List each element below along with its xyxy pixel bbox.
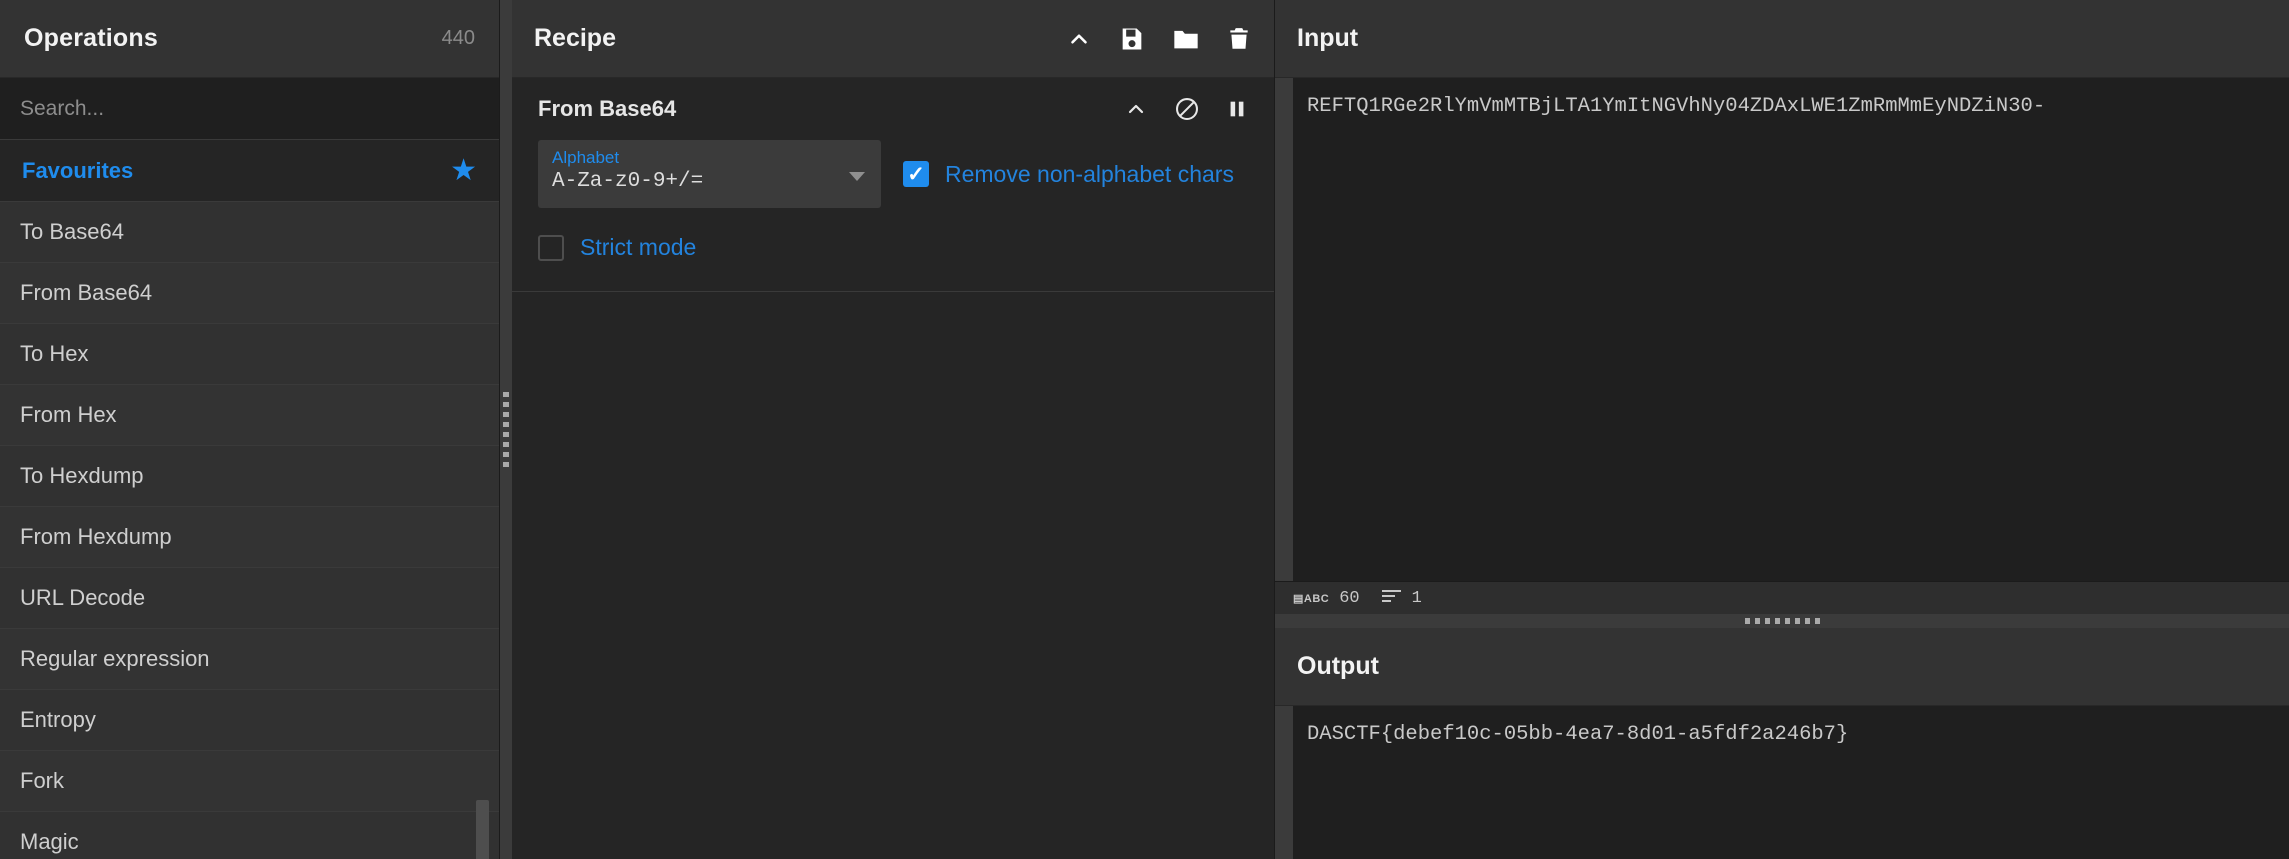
io-column: Input REFTQ1RGe2RlYmVmMTBjLTA1YmItNGVhNy… — [1275, 0, 2289, 859]
output-panel: Output DASCTF{debef10c-05bb-4ea7-8d01-a5… — [1275, 628, 2289, 859]
list-item[interactable]: To Base64 — [0, 202, 499, 263]
recipe-header: Recipe — [512, 0, 1274, 78]
favourites-category-header[interactable]: Favourites ★ — [0, 140, 499, 202]
recipe-actions — [1066, 25, 1252, 53]
checkbox-unchecked-icon[interactable] — [538, 234, 564, 261]
remove-non-alphabet-checkbox-row[interactable]: ✓ Remove non-alphabet chars — [903, 140, 1234, 208]
operation-header[interactable]: From Base64 — [512, 78, 1274, 140]
scrollbar-thumb[interactable] — [476, 800, 489, 859]
operation-label: URL Decode — [20, 585, 146, 610]
operations-list: Favourites ★ To Base64 From Base64 To He… — [0, 140, 499, 859]
list-item[interactable]: To Hex — [0, 324, 499, 385]
operation-label: Regular expression — [20, 646, 210, 671]
collapse-icon[interactable] — [1066, 26, 1092, 52]
operation-label: Fork — [20, 768, 64, 793]
list-item[interactable]: From Hex — [0, 385, 499, 446]
favourites-label: Favourites — [22, 157, 134, 183]
recipe-panel: Recipe From Base64 Alphabet A-Za-z0-9+/=… — [512, 0, 1275, 859]
lines-icon — [1381, 589, 1402, 608]
operations-header: Operations 440 — [0, 0, 499, 78]
operation-label: To Hexdump — [20, 463, 144, 488]
input-length-group: ▤ABC 60 — [1293, 589, 1360, 608]
alphabet-value: A-Za-z0-9+/= — [552, 170, 704, 193]
disable-operation-icon[interactable] — [1174, 96, 1200, 122]
operation-controls — [1124, 96, 1248, 122]
operations-recipe-splitter[interactable] — [500, 0, 512, 859]
operation-title: From Base64 — [538, 96, 677, 121]
input-lines-value: 1 — [1411, 588, 1422, 608]
strict-mode-checkbox-row[interactable]: Strict mode — [512, 234, 1274, 261]
input-text[interactable]: REFTQ1RGe2RlYmVmMTBjLTA1YmItNGVhNy04ZDAx… — [1293, 78, 2289, 581]
list-item[interactable]: Regular expression — [0, 629, 499, 690]
load-recipe-icon[interactable] — [1172, 25, 1200, 53]
abc-icon: ▤ABC — [1293, 592, 1330, 605]
output-gutter — [1275, 706, 1293, 859]
remove-non-alphabet-label: Remove non-alphabet chars — [945, 160, 1234, 187]
list-item[interactable]: To Hexdump — [0, 446, 499, 507]
alphabet-label: Alphabet — [552, 148, 620, 167]
search-input[interactable] — [0, 78, 499, 139]
output-header: Output — [1275, 628, 2289, 706]
clear-recipe-icon[interactable] — [1226, 25, 1252, 53]
operations-panel: Operations 440 Favourites ★ To Base64 Fr… — [0, 0, 500, 859]
recipe-title: Recipe — [534, 24, 616, 52]
operation-label: From Hexdump — [20, 524, 172, 549]
operation-label: To Base64 — [20, 219, 124, 244]
breakpoint-pause-icon[interactable] — [1226, 97, 1248, 121]
operations-count: 440 — [441, 27, 475, 49]
operations-title: Operations — [24, 24, 158, 52]
drag-handle-icon — [1744, 618, 1820, 624]
list-item[interactable]: Entropy — [0, 690, 499, 751]
chevron-down-icon — [849, 172, 865, 181]
output-title: Output — [1297, 652, 1379, 680]
strict-mode-label: Strict mode — [580, 234, 697, 260]
input-title: Input — [1297, 24, 1359, 52]
input-header: Input — [1275, 0, 2289, 78]
operation-arguments: Alphabet A-Za-z0-9+/= ✓ Remove non-alpha… — [512, 140, 1274, 208]
input-output-splitter[interactable] — [1275, 614, 2289, 628]
cyberchef-app: Operations 440 Favourites ★ To Base64 Fr… — [0, 0, 2289, 859]
operation-label: From Base64 — [20, 280, 153, 305]
operations-scrollbar[interactable] — [476, 140, 489, 859]
input-gutter — [1275, 78, 1293, 581]
list-item[interactable]: From Base64 — [0, 263, 499, 324]
recipe-drop-area[interactable] — [512, 292, 1274, 859]
output-editor[interactable]: DASCTF{debef10c-05bb-4ea7-8d01-a5fdf2a24… — [1275, 706, 2289, 859]
input-editor[interactable]: REFTQ1RGe2RlYmVmMTBjLTA1YmItNGVhNy04ZDAx… — [1275, 78, 2289, 581]
list-item[interactable]: From Hexdump — [0, 507, 499, 568]
collapse-operation-icon[interactable] — [1124, 97, 1148, 121]
list-item[interactable]: URL Decode — [0, 568, 499, 629]
operation-label: To Hex — [20, 341, 89, 366]
operation-label: Entropy — [20, 707, 96, 732]
input-length-value: 60 — [1339, 588, 1360, 608]
operation-label: Magic — [20, 829, 79, 854]
list-item[interactable]: Magic — [0, 812, 499, 859]
input-status-bar: ▤ABC 60 1 — [1275, 581, 2289, 614]
input-lines-group: 1 — [1381, 588, 1422, 608]
star-icon: ★ — [450, 153, 477, 187]
drag-handle-icon — [503, 392, 509, 467]
list-item[interactable]: Fork — [0, 751, 499, 812]
checkbox-checked-icon[interactable]: ✓ — [903, 161, 929, 187]
search-container — [0, 78, 499, 140]
output-text[interactable]: DASCTF{debef10c-05bb-4ea7-8d01-a5fdf2a24… — [1293, 706, 2289, 859]
input-panel: Input REFTQ1RGe2RlYmVmMTBjLTA1YmItNGVhNy… — [1275, 0, 2289, 614]
recipe-operation-from-base64: From Base64 Alphabet A-Za-z0-9+/= ✓ Remo… — [512, 78, 1274, 292]
save-recipe-icon[interactable] — [1118, 25, 1146, 53]
operation-label: From Hex — [20, 402, 117, 427]
alphabet-select[interactable]: Alphabet A-Za-z0-9+/= — [538, 140, 881, 208]
